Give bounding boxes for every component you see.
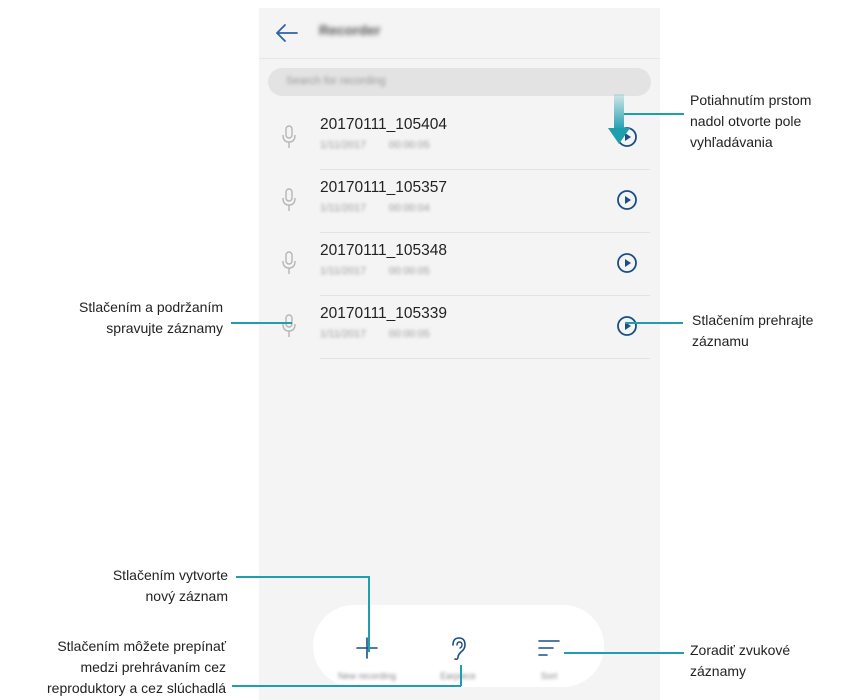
recording-name: 20170111_105357 bbox=[320, 179, 448, 196]
microphone-icon bbox=[282, 125, 296, 148]
ear-icon bbox=[452, 637, 466, 661]
callout-line: Stlačením a podržaním bbox=[79, 299, 223, 315]
callout-earpiece: Stlačením môžete prepínať medzi prehráva… bbox=[0, 636, 226, 699]
callout-line: záznamu bbox=[692, 333, 749, 349]
callout-play: Stlačením prehrajte záznamu bbox=[692, 310, 842, 352]
play-icon[interactable] bbox=[616, 189, 638, 211]
sort-button[interactable]: Sort bbox=[509, 605, 589, 687]
recording-name: 20170111_105348 bbox=[320, 242, 448, 259]
connector-line bbox=[625, 322, 683, 324]
recording-date: 1/11/2017 bbox=[320, 328, 366, 340]
connector-line bbox=[231, 322, 292, 324]
connector-line bbox=[368, 576, 370, 652]
callout-line: vyhľadávania bbox=[690, 134, 773, 150]
new-recording-button[interactable]: New recording bbox=[327, 605, 407, 687]
callout-line: Stlačením môžete prepínať bbox=[57, 638, 226, 654]
recording-date: 1/11/2017 bbox=[320, 265, 366, 277]
recording-duration: 00:00:05 bbox=[388, 139, 430, 151]
callout-manage: Stlačením a podržaním spravujte záznamy bbox=[14, 297, 223, 339]
earpiece-button[interactable]: Earpiece bbox=[418, 605, 498, 687]
app-title: Recorder bbox=[319, 22, 381, 38]
plus-icon bbox=[356, 637, 378, 659]
callout-new: Stlačením vytvorte nový záznam bbox=[14, 565, 228, 607]
callout-search-hint: Potiahnutím prstom nadol otvorte pole vy… bbox=[690, 90, 840, 153]
recording-meta: 1/11/2017 00:00:05 bbox=[320, 328, 430, 340]
back-arrow-icon[interactable] bbox=[275, 22, 299, 44]
connector-line bbox=[232, 685, 461, 687]
phone-screen: Recorder Search for recording 20170111_1… bbox=[259, 8, 660, 700]
microphone-icon bbox=[282, 188, 296, 211]
tab-label: Earpiece bbox=[440, 671, 476, 681]
recording-date: 1/11/2017 bbox=[320, 139, 366, 151]
recording-duration: 00:00:05 bbox=[388, 328, 430, 340]
recording-duration: 00:00:05 bbox=[388, 265, 430, 277]
callout-line: Stlačením vytvorte bbox=[112, 567, 228, 583]
callout-line: spravujte záznamy bbox=[106, 320, 223, 336]
sort-icon bbox=[538, 640, 560, 656]
app-bar: Recorder bbox=[259, 8, 660, 59]
play-icon[interactable] bbox=[616, 252, 638, 274]
callout-line: reproduktory a cez slúchadlá bbox=[47, 680, 226, 696]
microphone-icon bbox=[282, 314, 296, 337]
callout-line: Stlačením prehrajte bbox=[692, 312, 814, 328]
connector-line bbox=[460, 665, 462, 686]
callout-line: nový záznam bbox=[145, 588, 228, 604]
tab-label: New recording bbox=[337, 671, 397, 681]
callout-line: medzi prehrávaním cez bbox=[80, 659, 226, 675]
tab-label: Sort bbox=[540, 671, 558, 681]
recording-item[interactable]: 20170111_105404 1/11/2017 00:00:05 bbox=[259, 108, 660, 170]
connector-line bbox=[236, 576, 369, 578]
pull-down-arrow-icon bbox=[608, 94, 630, 144]
recording-meta: 1/11/2017 00:00:05 bbox=[320, 265, 430, 277]
divider bbox=[320, 232, 650, 233]
recording-duration: 00:00:04 bbox=[388, 202, 430, 214]
recording-item[interactable]: 20170111_105348 1/11/2017 00:00:05 bbox=[259, 234, 660, 296]
search-field[interactable]: Search for recording bbox=[268, 68, 651, 96]
recording-name: 20170111_105404 bbox=[320, 116, 448, 133]
recording-name: 20170111_105339 bbox=[320, 305, 448, 322]
callout-line: Potiahnutím prstom bbox=[690, 92, 812, 108]
callout-line: nadol otvorte pole bbox=[690, 113, 802, 129]
callout-sort: Zoradiť zvukové záznamy bbox=[690, 640, 840, 682]
callout-line: Zoradiť zvukové bbox=[690, 642, 791, 658]
play-icon[interactable] bbox=[616, 315, 638, 337]
microphone-icon bbox=[282, 251, 296, 274]
recording-item[interactable]: 20170111_105339 1/11/2017 00:00:05 bbox=[259, 297, 660, 359]
divider bbox=[320, 358, 650, 359]
recording-date: 1/11/2017 bbox=[320, 202, 366, 214]
callout-line: záznamy bbox=[690, 663, 747, 679]
divider bbox=[320, 169, 650, 170]
recording-meta: 1/11/2017 00:00:04 bbox=[320, 202, 430, 214]
search-placeholder: Search for recording bbox=[286, 75, 386, 87]
connector-line bbox=[624, 113, 684, 115]
recording-item[interactable]: 20170111_105357 1/11/2017 00:00:04 bbox=[259, 171, 660, 233]
divider bbox=[320, 295, 650, 296]
recording-meta: 1/11/2017 00:00:05 bbox=[320, 139, 430, 151]
bottom-toolbar: New recording Earpiece Sort bbox=[313, 605, 604, 687]
connector-line bbox=[564, 652, 684, 654]
